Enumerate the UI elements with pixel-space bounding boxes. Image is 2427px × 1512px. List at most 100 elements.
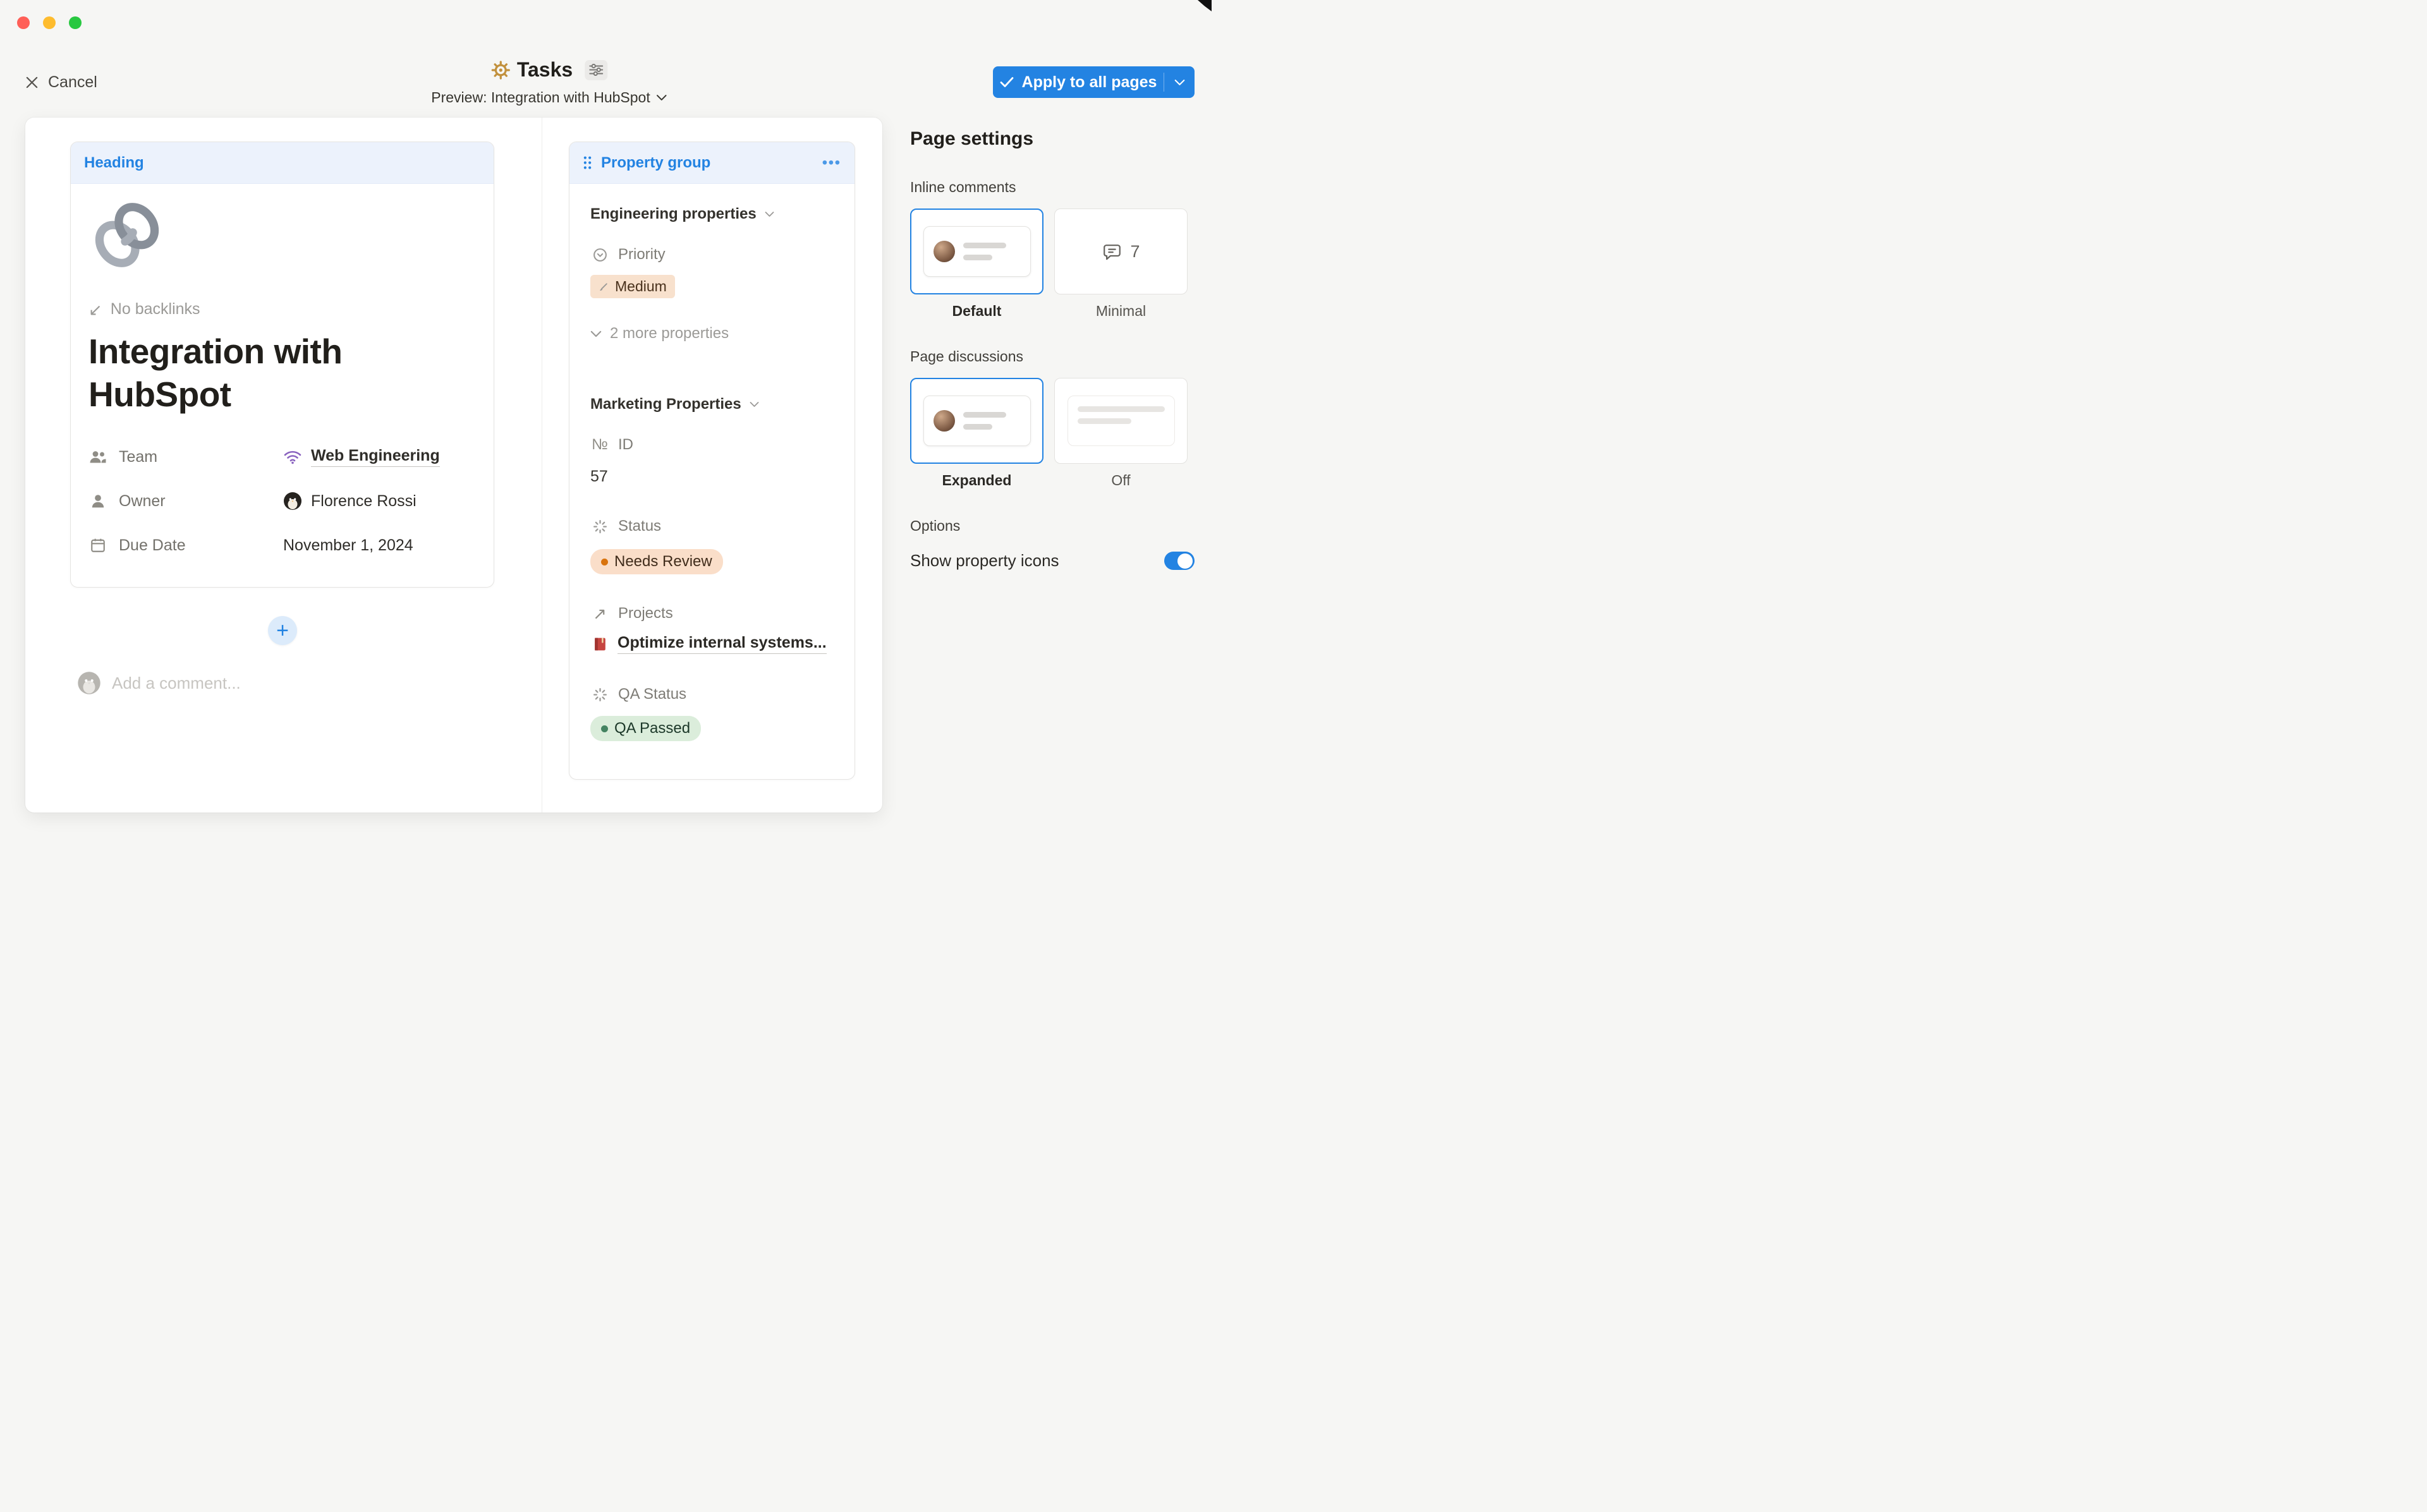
status-spinner-icon (590, 687, 609, 703)
due-date-value[interactable]: November 1, 2024 (283, 536, 413, 555)
owner-value-label: Florence Rossi (311, 492, 417, 511)
more-properties-toggle[interactable]: 2 more properties (590, 325, 837, 342)
comment-count: 7 (1130, 242, 1140, 262)
property-projects: ↗ Projects (590, 605, 837, 622)
page-title: Tasks (517, 58, 573, 82)
page-heading[interactable]: Integration with HubSpot (88, 330, 476, 416)
chevron-down-icon (750, 401, 759, 408)
show-property-icons-label: Show property icons (910, 551, 1059, 571)
avatar (934, 410, 955, 432)
inline-comments-label: Inline comments (910, 178, 1195, 196)
option-label-expanded: Expanded (910, 471, 1043, 489)
qa-status-value-pill[interactable]: QA Passed (590, 716, 701, 741)
discussion-preview-thumbnail (923, 396, 1031, 446)
chevron-down-icon (657, 94, 667, 101)
apply-to-all-pages-button: Apply to all pages (993, 66, 1195, 98)
inline-comments-minimal-option[interactable]: 7 (1054, 209, 1188, 294)
toggle-knob (1177, 553, 1193, 569)
team-value[interactable]: Web Engineering (283, 447, 440, 467)
person-icon (88, 493, 107, 509)
backlinks-label: No backlinks (111, 300, 200, 318)
property-id: № ID (590, 436, 837, 454)
page-discussions-expanded-option[interactable] (910, 378, 1043, 464)
due-date-value-label: November 1, 2024 (283, 536, 413, 555)
team-value-label: Web Engineering (311, 447, 440, 467)
comment-preview-thumbnail (923, 226, 1031, 277)
cancel-label: Cancel (48, 73, 97, 92)
page-properties: Team Web Engineering (88, 435, 476, 567)
arrow-up-right-icon: ↗ (590, 605, 609, 622)
property-row-due-date: Due Date November 1, 2024 (88, 523, 476, 567)
preview-page-selector[interactable]: Preview: Integration with HubSpot (431, 89, 667, 106)
property-row-owner: Owner Florence Rossi (88, 479, 476, 523)
traffic-lights (17, 16, 82, 29)
view-options-button[interactable] (585, 60, 607, 80)
heading-block-label: Heading (84, 154, 144, 172)
fullscreen-window-button[interactable] (69, 16, 82, 29)
gear-icon (491, 60, 510, 80)
apply-button-main[interactable]: Apply to all pages (993, 66, 1164, 98)
option-label-default: Default (910, 302, 1043, 320)
property-group-label: Property group (601, 154, 813, 172)
preview-label: Preview: Integration with HubSpot (431, 89, 650, 106)
chevron-down-icon (765, 211, 774, 217)
options-label: Options (910, 517, 1195, 535)
property-qa-status: QA Status (590, 686, 837, 703)
drag-handle-icon[interactable] (583, 155, 592, 170)
property-group-header[interactable]: Property group ••• (569, 142, 855, 184)
commenter-avatar (77, 671, 101, 695)
comment-bubble-icon (1102, 242, 1122, 262)
owner-avatar (283, 492, 302, 511)
heading-block-header[interactable]: Heading (71, 142, 494, 184)
apply-label: Apply to all pages (1022, 73, 1157, 92)
check-icon (1000, 76, 1014, 88)
red-book-icon (590, 636, 609, 652)
add-block-button[interactable]: + (268, 616, 297, 645)
property-group-card: Property group ••• Engineering propertie… (569, 142, 855, 780)
status-value-pill[interactable]: Needs Review (590, 549, 723, 574)
wifi-icon (283, 450, 302, 464)
property-label: Team (119, 448, 157, 466)
page-settings-title: Page settings (910, 128, 1195, 150)
numero-icon: № (590, 437, 609, 452)
pencil-icon (599, 281, 609, 292)
option-label-minimal: Minimal (1054, 302, 1188, 320)
group-engineering-properties[interactable]: Engineering properties (590, 205, 837, 223)
page-discussions-label: Page discussions (910, 348, 1195, 365)
qa-status-dot (601, 725, 608, 732)
projects-value-link[interactable]: Optimize internal systems... (590, 634, 837, 654)
show-property-icons-toggle[interactable] (1164, 552, 1195, 570)
page-icon-link-chain[interactable] (88, 197, 476, 274)
property-label: Due Date (119, 536, 186, 555)
minimize-window-button[interactable] (43, 16, 56, 29)
status-spinner-icon (590, 519, 609, 535)
backlinks-row[interactable]: ↙ No backlinks (88, 300, 476, 318)
title-block: Tasks Preview: Integration with HubSpot (431, 58, 667, 106)
status-dot (601, 559, 608, 565)
more-options-button[interactable]: ••• (822, 154, 841, 171)
page-settings-panel: Page settings Inline comments Default 7 (910, 128, 1195, 571)
property-priority: Priority (590, 246, 837, 263)
group-marketing-properties[interactable]: Marketing Properties (590, 396, 837, 413)
team-icon (88, 449, 107, 464)
chevron-down-icon (590, 330, 602, 337)
priority-icon (590, 247, 609, 263)
sliders-icon (589, 64, 603, 76)
comment-row: Add a comment... (77, 671, 241, 695)
property-row-team: Team Web Engineering (88, 435, 476, 479)
id-value[interactable]: 57 (590, 468, 837, 486)
priority-value-tag[interactable]: Medium (590, 275, 675, 298)
mouse-cursor (1196, 0, 1212, 11)
page-discussions-off-option[interactable] (1054, 378, 1188, 464)
comment-count-thumbnail: 7 (1102, 242, 1140, 262)
heading-block-card: Heading ↙ No backlinks Integration with … (70, 142, 494, 588)
calendar-icon (88, 537, 107, 553)
inline-comments-default-option[interactable] (910, 209, 1043, 294)
apply-dropdown-button[interactable] (1164, 66, 1195, 98)
close-window-button[interactable] (17, 16, 30, 29)
owner-value[interactable]: Florence Rossi (283, 492, 417, 511)
comment-input[interactable]: Add a comment... (112, 674, 241, 693)
cancel-button[interactable]: Cancel (25, 71, 97, 94)
property-label: Owner (119, 492, 166, 511)
property-status: Status (590, 517, 837, 535)
